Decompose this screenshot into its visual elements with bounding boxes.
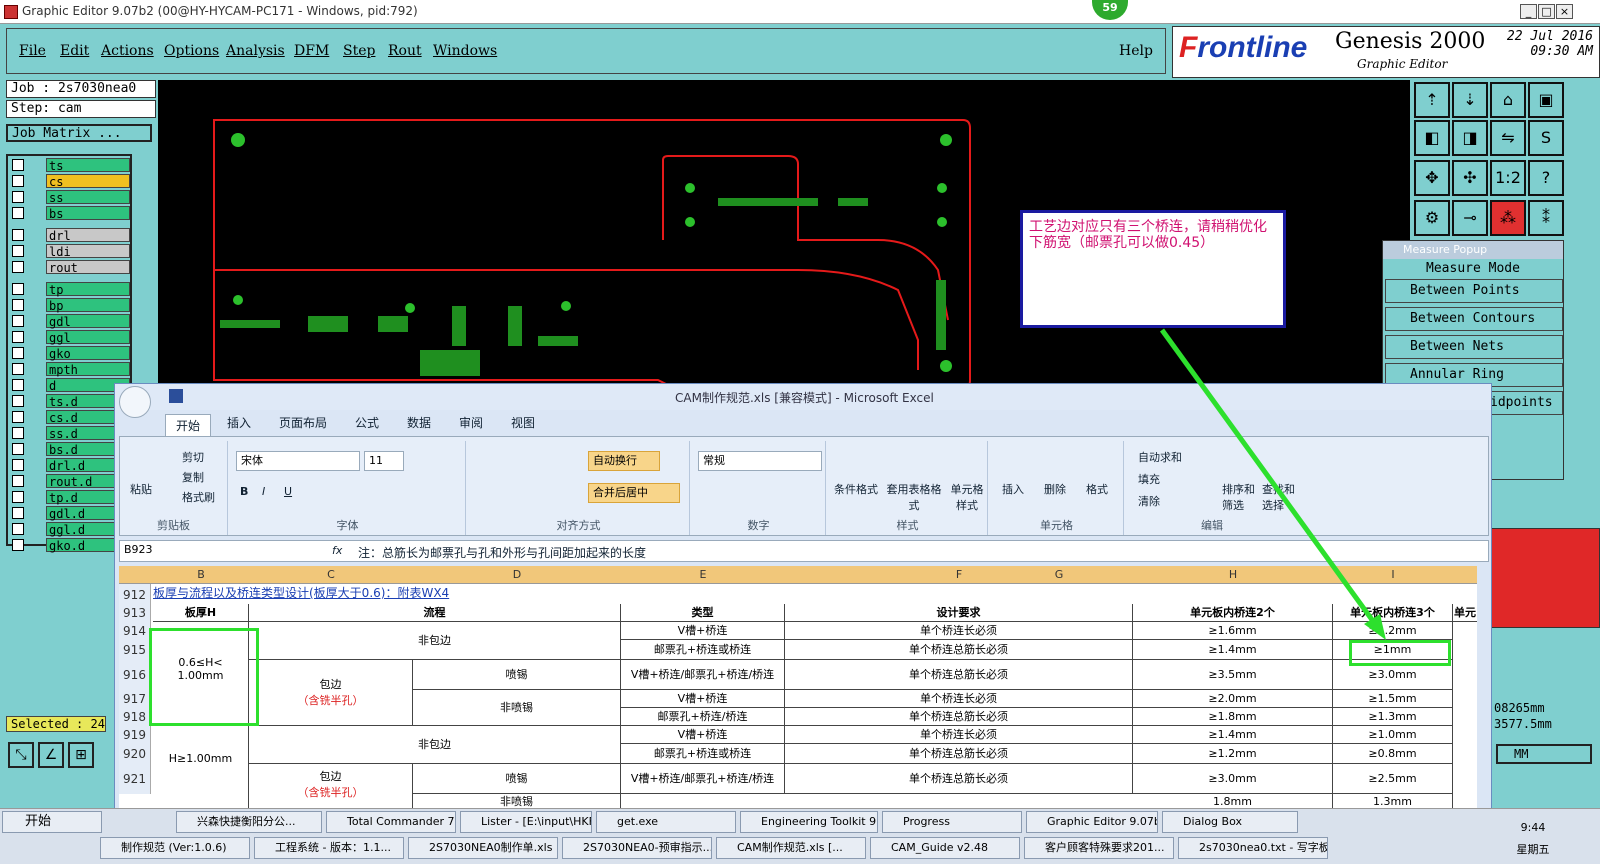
task-window[interactable]: 工程系统 - 版本：1.1... [254,837,404,859]
task-window[interactable]: Dialog Box [1162,811,1298,833]
annotation-arrow [1159,328,1386,640]
task-window[interactable]: get.exe [596,811,736,833]
task-window[interactable]: Graphic Editor 9.07b2 ... [1026,811,1158,833]
task-window[interactable]: 客户顾客特殊要求201... [1024,837,1174,859]
taskbar: 开始 兴森快捷衡阳分公...Total Commander 7.0 ...Lis… [0,808,1600,864]
start-button[interactable]: 开始 [2,811,102,833]
task-window[interactable]: Lister - [E:\input\HKF... [460,811,592,833]
taskbar-row-1: 兴森快捷衡阳分公...Total Commander 7.0 ...Lister… [176,811,1298,835]
task-window[interactable]: Engineering Toolkit 9.... [740,811,878,833]
task-window[interactable]: 制作规范 (Ver:1.0.6) [100,837,250,859]
task-window[interactable]: 2S7030NEA0制作单.xls [408,837,558,859]
weekday: 星期五 [1516,843,1550,856]
task-window[interactable]: CAM_Guide v2.48 [870,837,1020,859]
task-window[interactable]: Progress [882,811,1022,833]
task-window[interactable]: Total Commander 7.0 ... [326,811,456,833]
taskbar-row-2: 制作规范 (Ver:1.0.6) 工程系统 - 版本：1.1... 2S7030NE… [100,837,1340,861]
task-window[interactable]: 兴森快捷衡阳分公... [176,811,322,833]
task-window[interactable]: 2s7030nea0.txt - 写字板 [1178,837,1328,859]
task-window[interactable]: CAM制作规范.xls [... [716,837,866,859]
clock: 9:44 [1520,821,1546,834]
task-window[interactable]: 2S7030NEA0-预审指示... [562,837,712,859]
